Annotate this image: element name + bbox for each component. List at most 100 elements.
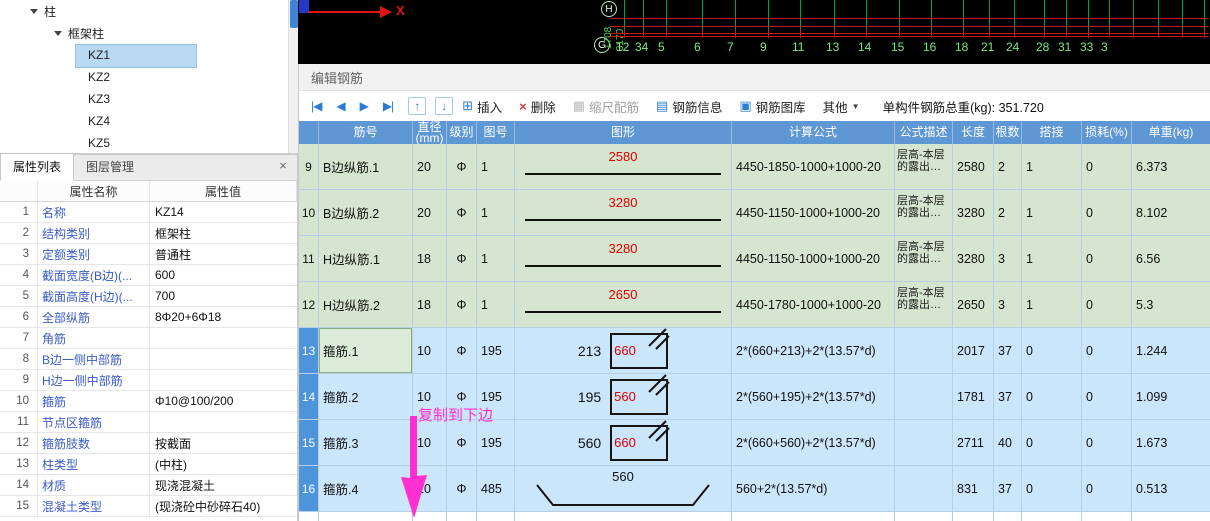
formula-desc-cell[interactable]: 层高-本层的露出… bbox=[895, 236, 953, 282]
length-cell[interactable]: 3280 bbox=[953, 236, 994, 282]
formula-cell[interactable]: 2*(660+213)+2*(13.57*d) bbox=[732, 328, 895, 374]
property-value[interactable]: KZ14 bbox=[150, 202, 297, 222]
diameter-cell[interactable]: 18 bbox=[413, 236, 447, 282]
diameter-cell[interactable]: 10 bbox=[413, 328, 447, 374]
weight-cell[interactable]: 6.373 bbox=[1132, 144, 1210, 190]
shape-cell[interactable]: 213 660 bbox=[515, 328, 732, 374]
property-value[interactable] bbox=[150, 412, 297, 432]
tree-item-kz5[interactable]: KZ5 bbox=[0, 132, 298, 153]
count-cell[interactable]: 2 bbox=[994, 144, 1022, 190]
formula-cell[interactable]: 4450-1150-1000+1000-20 bbox=[732, 190, 895, 236]
weight-cell[interactable]: 8.102 bbox=[1132, 190, 1210, 236]
shape-cell[interactable]: 3280 bbox=[515, 190, 732, 236]
next-record-button[interactable]: ▶ bbox=[360, 99, 369, 113]
row-number[interactable]: 12 bbox=[299, 282, 319, 328]
count-cell[interactable]: 2 bbox=[994, 190, 1022, 236]
move-up-button[interactable]: ↑ bbox=[408, 97, 427, 115]
row-number[interactable]: 15 bbox=[299, 420, 319, 466]
row-number[interactable]: 11 bbox=[299, 236, 319, 282]
length-cell[interactable]: 3280 bbox=[953, 190, 994, 236]
row-number[interactable]: 14 bbox=[299, 374, 319, 420]
last-record-button[interactable]: ▶| bbox=[383, 99, 394, 113]
shape-cell[interactable]: 560 bbox=[515, 466, 732, 512]
property-value[interactable]: 普通柱 bbox=[150, 244, 297, 264]
formula-cell[interactable]: 2*(660+560)+2*(13.57*d) bbox=[732, 420, 895, 466]
length-cell[interactable]: 831 bbox=[953, 466, 994, 512]
figure-no-cell[interactable]: 1 bbox=[477, 144, 515, 190]
rebar-name-cell[interactable]: 箍筋.1 bbox=[319, 328, 413, 374]
tree-item-frame-column[interactable]: 框架柱 bbox=[0, 22, 298, 44]
formula-desc-cell[interactable]: 层高-本层的露出… bbox=[895, 190, 953, 236]
property-value[interactable]: (现浇砼中砂碎石40) bbox=[150, 496, 297, 516]
formula-cell[interactable]: 4450-1150-1000+1000-20 bbox=[732, 236, 895, 282]
delete-button[interactable]: × 删除 bbox=[519, 97, 556, 116]
diameter-cell[interactable]: 18 bbox=[413, 282, 447, 328]
close-icon[interactable]: × bbox=[275, 158, 291, 174]
count-cell[interactable]: 3 bbox=[994, 236, 1022, 282]
level-cell[interactable]: Φ bbox=[447, 466, 477, 512]
scrollbar-thumb[interactable] bbox=[290, 0, 298, 28]
property-value[interactable]: 框架柱 bbox=[150, 223, 297, 243]
lap-cell[interactable]: 0 bbox=[1022, 420, 1082, 466]
rebar-info-button[interactable]: ▤ 钢筋信息 bbox=[656, 97, 722, 116]
formula-desc-cell[interactable] bbox=[895, 374, 953, 420]
formula-desc-cell[interactable]: 层高-本层的露出… bbox=[895, 144, 953, 190]
figure-no-cell[interactable]: 1 bbox=[477, 190, 515, 236]
weight-cell[interactable]: 0.513 bbox=[1132, 466, 1210, 512]
shape-cell[interactable]: 195 560 bbox=[515, 374, 732, 420]
loss-cell[interactable]: 0 bbox=[1082, 328, 1132, 374]
lap-cell[interactable]: 1 bbox=[1022, 144, 1082, 190]
property-value[interactable]: 600 bbox=[150, 265, 297, 285]
tree-scrollbar[interactable] bbox=[288, 0, 298, 153]
weight-cell[interactable]: 5.3 bbox=[1132, 282, 1210, 328]
property-value[interactable]: Φ10@100/200 bbox=[150, 391, 297, 411]
other-menu-button[interactable]: 其他 ▼ bbox=[823, 97, 860, 116]
property-value[interactable]: 现浇混凝土 bbox=[150, 475, 297, 495]
loss-cell[interactable]: 0 bbox=[1082, 144, 1132, 190]
level-cell[interactable]: Φ bbox=[447, 190, 477, 236]
tree-item-kz4[interactable]: KZ4 bbox=[0, 110, 298, 132]
weight-cell[interactable]: 1.244 bbox=[1132, 328, 1210, 374]
rebar-name-cell[interactable]: B边纵筋.2 bbox=[319, 190, 413, 236]
lap-cell[interactable]: 0 bbox=[1022, 328, 1082, 374]
tab-property-list[interactable]: 属性列表 bbox=[0, 153, 75, 181]
weight-cell[interactable]: 1.673 bbox=[1132, 420, 1210, 466]
rebar-name-cell[interactable]: B边纵筋.1 bbox=[319, 144, 413, 190]
tree-item-kz1[interactable]: KZ1 bbox=[0, 44, 298, 68]
diameter-cell[interactable]: 20 bbox=[413, 144, 447, 190]
insert-button[interactable]: ⊞ 插入 bbox=[462, 97, 502, 116]
lap-cell[interactable]: 1 bbox=[1022, 236, 1082, 282]
length-cell[interactable]: 2711 bbox=[953, 420, 994, 466]
lap-cell[interactable]: 1 bbox=[1022, 190, 1082, 236]
property-value[interactable] bbox=[150, 370, 297, 390]
property-value[interactable]: 8Φ20+6Φ18 bbox=[150, 307, 297, 327]
level-cell[interactable]: Φ bbox=[447, 328, 477, 374]
scale-rebar-button[interactable]: ▦ 缩尺配筋 bbox=[573, 97, 639, 116]
tree-item-column[interactable]: 柱 bbox=[0, 0, 298, 22]
figure-no-cell[interactable]: 1 bbox=[477, 236, 515, 282]
first-record-button[interactable]: |◀ bbox=[311, 99, 322, 113]
property-value[interactable]: 700 bbox=[150, 286, 297, 306]
figure-no-cell[interactable]: 1 bbox=[477, 282, 515, 328]
property-value[interactable]: (中柱) bbox=[150, 454, 297, 474]
prev-record-button[interactable]: ◀ bbox=[336, 99, 345, 113]
property-value[interactable] bbox=[150, 349, 297, 369]
weight-cell[interactable]: 1.099 bbox=[1132, 374, 1210, 420]
count-cell[interactable]: 37 bbox=[994, 374, 1022, 420]
row-number[interactable]: 13 bbox=[299, 328, 319, 374]
count-cell[interactable]: 3 bbox=[994, 282, 1022, 328]
tree-item-kz3[interactable]: KZ3 bbox=[0, 88, 298, 110]
property-value[interactable]: 按截面 bbox=[150, 433, 297, 453]
lap-cell[interactable]: 0 bbox=[1022, 374, 1082, 420]
count-cell[interactable]: 37 bbox=[994, 328, 1022, 374]
rebar-name-cell[interactable]: H边纵筋.1 bbox=[319, 236, 413, 282]
formula-cell[interactable]: 2*(560+195)+2*(13.57*d) bbox=[732, 374, 895, 420]
formula-desc-cell[interactable] bbox=[895, 466, 953, 512]
level-cell[interactable]: Φ bbox=[447, 144, 477, 190]
loss-cell[interactable]: 0 bbox=[1082, 420, 1132, 466]
loss-cell[interactable]: 0 bbox=[1082, 190, 1132, 236]
shape-cell[interactable]: 560 660 bbox=[515, 420, 732, 466]
level-cell[interactable]: Φ bbox=[447, 420, 477, 466]
formula-desc-cell[interactable] bbox=[895, 420, 953, 466]
length-cell[interactable]: 2017 bbox=[953, 328, 994, 374]
